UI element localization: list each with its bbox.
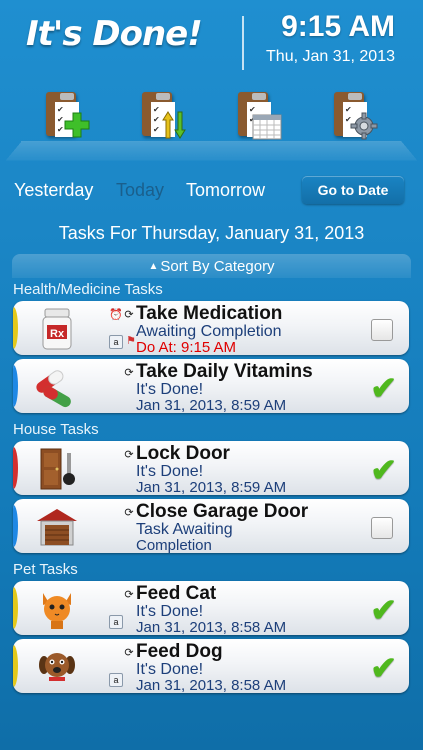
priority-indicator	[13, 447, 18, 489]
priority-indicator	[13, 365, 18, 407]
repeat-icon: ⟳	[124, 507, 134, 519]
calendar-button[interactable]: ✔ ✔	[232, 88, 284, 146]
task-title: Take Medication	[136, 303, 283, 324]
checkmark-icon[interactable]: ✔	[370, 591, 397, 629]
task-completed-time: Jan 31, 2013, 8:59 AM	[136, 479, 287, 495]
tasks-heading: Tasks For Thursday, January 31, 2013	[58, 223, 365, 243]
task-completed-time: Jan 31, 2013, 8:58 AM	[136, 677, 287, 693]
sort-label: Sort By Category	[160, 257, 275, 275]
task-row[interactable]: Rx ⏰ ⟳ a ⚑ Take Medication Awaiting Comp…	[13, 301, 409, 355]
task-title: Lock Door	[136, 443, 230, 464]
gear-icon	[350, 112, 378, 140]
priority-indicator	[13, 307, 18, 349]
priority-indicator	[13, 587, 18, 629]
sort-by-category-button[interactable]: ▲ Sort By Category	[12, 254, 411, 278]
current-date: Thu, Jan 31, 2013	[266, 48, 395, 65]
task-title: Feed Cat	[136, 583, 217, 604]
task-completed-time: Jan 31, 2013, 8:58 AM	[136, 619, 287, 635]
section-header-pet: Pet Tasks	[13, 561, 78, 578]
sort-tasks-button[interactable]: ✔ ✔ ✔	[136, 88, 188, 146]
task-row[interactable]: ⟳ Take Daily Vitamins It's Done! Jan 31,…	[13, 359, 409, 413]
dog-icon	[39, 653, 75, 681]
repeat-icon: ⟳	[124, 647, 134, 659]
complete-checkbox[interactable]	[371, 517, 393, 539]
task-status-cont: Completion	[136, 537, 212, 553]
complete-checkbox[interactable]	[371, 319, 393, 341]
cat-icon	[43, 593, 71, 629]
svg-text:Rx: Rx	[50, 328, 65, 340]
task-row[interactable]: ⟳ Lock Door It's Done! Jan 31, 2013, 8:5…	[13, 441, 409, 495]
add-task-button[interactable]: ✔ ✔ ✔	[40, 88, 92, 146]
yesterday-tab[interactable]: Yesterday	[14, 180, 93, 201]
repeat-icon: ⟳	[124, 309, 134, 321]
capsules-icon	[36, 370, 71, 408]
repeat-icon: ⟳	[124, 367, 134, 379]
section-header-house: House Tasks	[13, 421, 99, 438]
checkmark-icon[interactable]: ✔	[370, 369, 397, 407]
door-key-icon	[40, 448, 75, 490]
priority-indicator	[13, 505, 18, 547]
task-due-time: Do At: 9:15 AM	[136, 339, 237, 355]
today-tab[interactable]: Today	[116, 180, 164, 201]
task-row[interactable]: ⟳ a Feed Cat It's Done! Jan 31, 2013, 8:…	[13, 581, 409, 635]
task-title: Feed Dog	[136, 641, 223, 662]
note-icon: a	[109, 673, 123, 687]
task-title: Close Garage Door	[136, 501, 309, 522]
go-to-date-button[interactable]: Go to Date	[302, 176, 404, 204]
repeat-icon: ⟳	[124, 589, 134, 601]
garage-icon	[37, 509, 77, 546]
app-logo: It's Done!	[26, 14, 203, 54]
note-icon: a	[109, 335, 123, 349]
plus-icon	[64, 112, 90, 138]
priority-indicator	[13, 645, 18, 687]
tomorrow-tab[interactable]: Tomorrow	[186, 180, 265, 201]
up-down-arrows-icon	[162, 111, 186, 139]
settings-button[interactable]: ✔ ✔	[328, 88, 380, 146]
task-row[interactable]: ⟳ Close Garage Door Task Awaiting Comple…	[13, 499, 409, 553]
current-time: 9:15 AM	[281, 10, 395, 43]
alarm-icon: ⏰	[109, 309, 123, 321]
task-row[interactable]: ⟳ a Feed Dog It's Done! Jan 31, 2013, 8:…	[13, 639, 409, 693]
task-title: Take Daily Vitamins	[136, 361, 313, 382]
section-header-health: Health/Medicine Tasks	[13, 281, 163, 298]
repeat-icon: ⟳	[124, 449, 134, 461]
checkmark-icon[interactable]: ✔	[370, 451, 397, 489]
pill-bottle-icon: Rx	[42, 308, 72, 350]
calendar-grid-icon	[252, 114, 282, 140]
header-divider	[242, 16, 244, 70]
task-completed-time: Jan 31, 2013, 8:59 AM	[136, 397, 287, 413]
note-icon: a	[109, 615, 123, 629]
triangle-up-icon: ▲	[148, 260, 159, 272]
checkmark-icon[interactable]: ✔	[370, 649, 397, 687]
